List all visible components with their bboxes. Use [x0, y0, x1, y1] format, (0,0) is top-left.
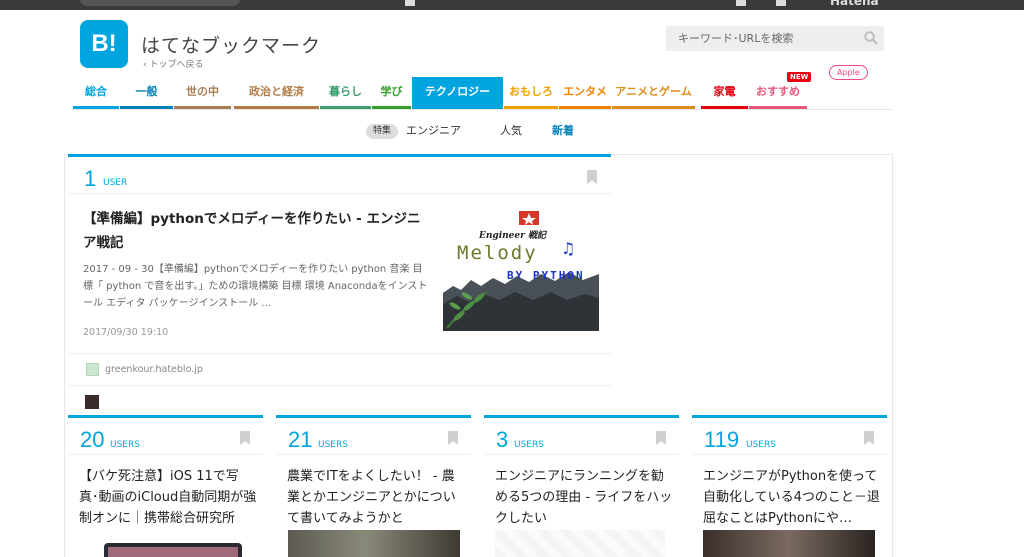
entry-thumbnail[interactable] [703, 530, 875, 557]
settings-icon[interactable] [776, 0, 786, 6]
bookmark-count[interactable]: 20 [80, 427, 104, 453]
featured-entry-card: 1 USER 【準備編】pythonでメロディーを作りたい - エンジニア戦記 … [68, 154, 611, 412]
tab-6[interactable]: テクノロジー [412, 77, 503, 109]
search-icon[interactable] [864, 31, 878, 45]
subnav-newest[interactable]: 新着 [552, 122, 574, 140]
add-bookmark-icon[interactable] [587, 170, 597, 184]
music-note-icon: ♫ [561, 239, 575, 258]
tab-10[interactable]: 家電 [701, 77, 748, 109]
add-bookmark-icon[interactable] [864, 431, 874, 445]
bookmark-count-unit[interactable]: USERS [110, 440, 140, 450]
apple-badge[interactable]: Apple [829, 65, 868, 80]
tab-5[interactable]: 学び [372, 77, 411, 109]
tab-7[interactable]: おもしろ [504, 77, 558, 109]
tab-9[interactable]: アニメとゲーム [612, 77, 695, 109]
entry-title[interactable]: エンジニアにランニングを勧める5つの理由 - ライフをハックしたい [495, 466, 673, 529]
tab-4[interactable]: 暮らし [320, 77, 371, 109]
thumbnail-top-text: Engineer 戦記 [479, 231, 546, 241]
card-divider [68, 385, 611, 386]
entry-title[interactable]: 農業でITをよくしたい！ - 農業とかエンジニアとかについて書いてみようかと [287, 466, 465, 529]
add-bookmark-icon[interactable] [240, 431, 250, 445]
category-nav: 総合 一般 世の中 政治と経済 暮らし 学び テクノロジー おもしろ エンタメ アニメとゲーム 家電… [73, 77, 808, 109]
subnav-engineer[interactable]: エンジニア [406, 122, 461, 140]
entry-title[interactable]: エンジニアがPythonを使って自動化している4つのこと－退屈なことはPytho… [703, 466, 881, 529]
new-badge: NEW [787, 72, 812, 82]
search-input[interactable] [666, 26, 884, 51]
thumbnail-main-text: Melody [457, 242, 538, 264]
nav-divider [73, 109, 893, 110]
entry-thumbnail[interactable] [495, 530, 665, 557]
bookmark-count[interactable]: 21 [288, 427, 312, 453]
bookmark-count-unit[interactable]: USERS [514, 440, 544, 450]
entry-title[interactable]: 【バケ死注意】iOS 11で写真･動画のiCloud自動同期が強制オンに｜携帯総… [79, 466, 257, 529]
tab-1[interactable]: 一般 [120, 77, 173, 109]
bookmark-count[interactable]: 1 [84, 166, 96, 192]
card-divider [68, 193, 611, 194]
notification-icon[interactable] [405, 0, 415, 6]
entry-thumbnail[interactable] [288, 530, 460, 557]
card-divider [68, 454, 263, 455]
card-divider [68, 353, 611, 354]
thumbnail-sub-text: BY PYTHON [507, 269, 585, 282]
user-avatar[interactable] [85, 395, 99, 409]
site-title[interactable]: はてなブックマーク [141, 31, 321, 58]
hatena-id-pill[interactable] [80, 0, 240, 6]
entry-card: 20 USERS 【バケ死注意】iOS 11で写真･動画のiCloud自動同期が… [68, 415, 263, 557]
card-divider [692, 454, 887, 455]
entry-description: 2017 - 09 - 30【準備編】pythonでメロディーを作りたい pyt… [83, 264, 428, 309]
card-divider [484, 454, 679, 455]
entry-thumbnail[interactable] [104, 543, 242, 557]
favicon-icon [86, 363, 99, 376]
entry-thumbnail[interactable]: ♫ Engineer 戦記 Melody BY PYTHON [443, 208, 599, 331]
hatena-brand[interactable]: Hatena [830, 0, 879, 8]
tab-8[interactable]: エンタメ [559, 77, 611, 109]
add-bookmark-icon[interactable] [448, 431, 458, 445]
tab-2[interactable]: 世の中 [174, 77, 231, 109]
bookmark-count-unit[interactable]: USER [103, 178, 127, 188]
bookmark-count[interactable]: 119 [704, 427, 739, 453]
back-to-top-link[interactable]: ‹ トップへ戻る [143, 57, 203, 70]
card-divider [276, 454, 471, 455]
entry-title[interactable]: 【準備編】pythonでメロディーを作りたい - エンジニア戦記 [83, 207, 428, 255]
bookmark-count-unit[interactable]: USERS [318, 440, 348, 450]
entry-domain[interactable]: greenkour.hateblo.jp [105, 364, 203, 375]
hatena-bookmark-logo[interactable]: B! [80, 20, 128, 68]
tab-0[interactable]: 総合 [73, 77, 119, 109]
menu-grid-icon[interactable] [736, 0, 746, 6]
add-bookmark-icon[interactable] [656, 431, 666, 445]
global-header-bar: Hatena [0, 0, 1024, 10]
subnav-popular[interactable]: 人気 [500, 122, 522, 140]
bookmark-count[interactable]: 3 [496, 427, 508, 453]
bookmark-count-unit[interactable]: USERS [746, 440, 776, 450]
entry-date: 2017/09/30 19:10 [83, 327, 169, 338]
feature-label: 特集 [366, 124, 399, 139]
tab-3[interactable]: 政治と経済 [234, 77, 319, 109]
